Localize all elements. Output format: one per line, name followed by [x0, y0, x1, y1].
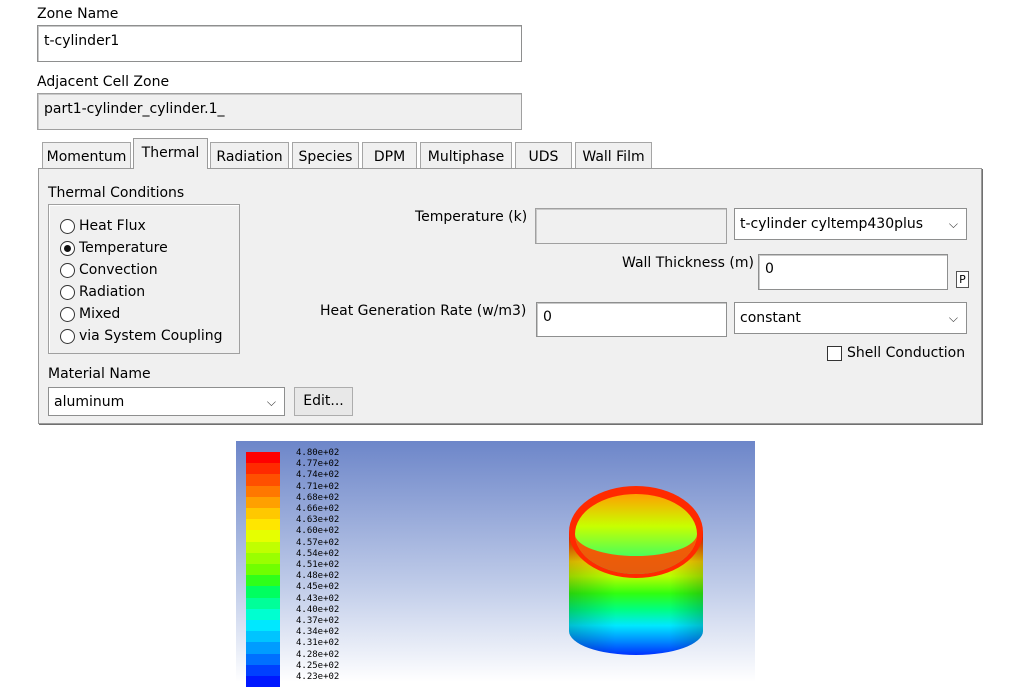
zone-name-label: Zone Name — [37, 6, 119, 22]
tab-dpm[interactable]: DPM — [362, 142, 417, 168]
radio-button[interactable] — [60, 262, 75, 278]
heat-generation-input[interactable]: 0 — [536, 302, 727, 337]
radio-convection[interactable]: Convection — [60, 260, 158, 280]
tab-radiation[interactable]: Radiation — [210, 142, 289, 168]
adjacent-cell-zone-field: part1-cylinder_cylinder.1_ — [37, 93, 522, 130]
wall-thickness-label: Wall Thickness (m) — [622, 255, 754, 271]
temperature-label: Temperature (k) — [415, 209, 528, 225]
tab-momentum[interactable]: Momentum — [42, 142, 131, 168]
temperature-input — [535, 208, 727, 244]
thermal-conditions-label: Thermal Conditions — [48, 185, 185, 201]
material-name-label: Material Name — [48, 366, 151, 382]
tab-uds[interactable]: UDS — [515, 142, 572, 168]
radio-heat-flux[interactable]: Heat Flux — [60, 216, 146, 236]
radio-system-coupling[interactable]: via System Coupling — [60, 326, 223, 346]
edit-material-button[interactable]: Edit... — [294, 387, 353, 416]
radio-label: Mixed — [79, 306, 121, 322]
chevron-down-icon: ⌵ — [948, 311, 958, 325]
radio-label: Radiation — [79, 284, 146, 300]
temperature-profile-select[interactable]: t-cylinder cyltemp430plus ⌵ — [734, 208, 967, 240]
chevron-down-icon: ⌵ — [948, 217, 958, 231]
graphics-viewport[interactable]: 4.80e+02 4.77e+02 4.74e+02 4.71e+02 4.68e+02… — [236, 441, 755, 688]
tab-wall-film[interactable]: Wall Film — [575, 142, 652, 168]
radio-temperature[interactable]: Temperature — [60, 238, 168, 258]
cylinder-contour-plot — [569, 486, 703, 655]
shell-conduction-checkbox-row[interactable]: Shell Conduction — [827, 345, 965, 361]
wall-thickness-input[interactable]: 0 — [758, 254, 948, 290]
radio-button[interactable] — [60, 306, 75, 322]
radio-label: via System Coupling — [79, 328, 223, 344]
tab-species[interactable]: Species — [292, 142, 359, 168]
material-value: aluminum — [54, 394, 125, 410]
material-select[interactable]: aluminum ⌵ — [48, 387, 285, 416]
parameter-button[interactable]: P — [956, 271, 969, 288]
radio-label: Heat Flux — [79, 218, 146, 234]
adjacent-cell-zone-label: Adjacent Cell Zone — [37, 74, 170, 90]
radio-mixed[interactable]: Mixed — [60, 304, 120, 324]
shell-conduction-checkbox[interactable] — [827, 345, 842, 361]
radio-button[interactable] — [60, 218, 75, 234]
tab-multiphase[interactable]: Multiphase — [420, 142, 512, 168]
shell-conduction-label: Shell Conduction — [847, 345, 966, 361]
tab-thermal[interactable]: Thermal — [133, 138, 208, 169]
radio-button[interactable] — [60, 328, 75, 344]
heat-generation-label: Heat Generation Rate (w/m3) — [320, 303, 527, 319]
chevron-down-icon: ⌵ — [266, 395, 276, 409]
zone-name-input[interactable]: t-cylinder1 — [37, 25, 522, 62]
radio-label: Temperature — [79, 240, 168, 256]
radio-label: Convection — [79, 262, 158, 278]
heat-generation-method-select[interactable]: constant ⌵ — [734, 302, 967, 334]
radio-button-selected[interactable] — [60, 240, 75, 256]
radio-button[interactable] — [60, 284, 75, 300]
radio-radiation[interactable]: Radiation — [60, 282, 145, 302]
temperature-profile-value: t-cylinder cyltemp430plus — [740, 216, 924, 232]
heat-generation-method-value: constant — [740, 310, 801, 326]
